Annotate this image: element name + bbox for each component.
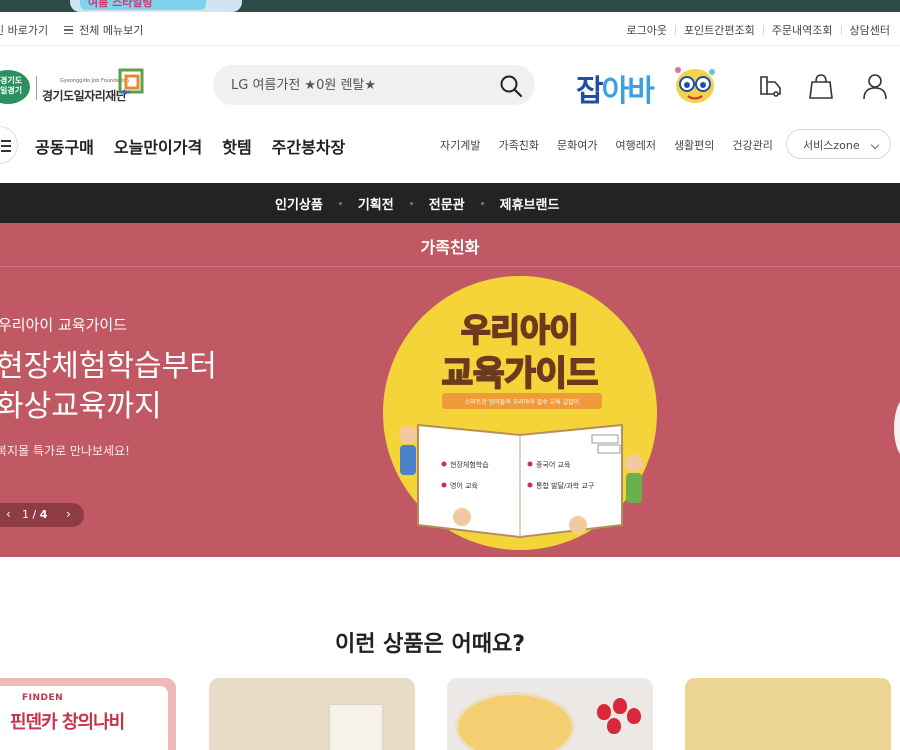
category-specialty[interactable]: 전문관 <box>429 194 465 213</box>
product-card[interactable] <box>447 678 653 750</box>
product-card-image <box>329 704 383 750</box>
carousel-next-edge[interactable] <box>894 398 900 458</box>
guide-tagline: 스마트한 엄마들의 우리아이 필수 교육 길잡이 <box>465 398 579 406</box>
strawberry-icon <box>627 708 641 724</box>
divider <box>674 25 676 35</box>
product-brand: FINDEN <box>22 693 64 703</box>
sub-nav-list: 자기계발 가족친화 문화여가 여행레저 생활편의 건강관리 <box>440 137 773 153</box>
guide-title-line-2: 교육가이드 <box>442 354 598 394</box>
divider <box>840 25 842 35</box>
separator-dot <box>338 202 342 205</box>
nav-family[interactable]: 가족친화 <box>498 137 538 153</box>
product-card-image <box>455 692 575 750</box>
utility-bar: 인 바로가기 전체 메뉴보기 로그아웃 포인트간편조회 주문내역조회 상담센터 <box>0 12 900 46</box>
nav-living[interactable]: 생활편의 <box>674 137 714 153</box>
hero-title-line-1: 현장체험학습부터 <box>0 349 217 384</box>
help-center-link[interactable]: 상담센터 <box>850 22 890 38</box>
hero-heading: 가족친화 <box>0 223 900 267</box>
prev-arrow-icon[interactable]: ‹ <box>6 507 11 521</box>
category-bar: 인기상품 기획전 전문관 제휴브랜드 <box>0 183 900 223</box>
point-lookup-link[interactable]: 포인트간편조회 <box>684 22 755 38</box>
nav-travel[interactable]: 여행레저 <box>615 137 655 153</box>
strawberry-icon <box>613 698 627 714</box>
education-guide-illustration: 우리아이 교육가이드 스마트한 엄마들의 우리아이 필수 교육 길잡이 현장체험… <box>383 276 657 550</box>
separator-dot <box>409 202 413 205</box>
shortcut-link[interactable]: 인 바로가기 <box>0 22 48 38</box>
recommend-title: 이런 상품은 어때요? <box>334 632 525 657</box>
category-popular[interactable]: 인기상품 <box>275 194 323 213</box>
utility-left: 인 바로가기 전체 메뉴보기 <box>0 22 143 38</box>
category-list: 인기상품 기획전 전문관 제휴브랜드 <box>275 194 559 213</box>
main-navigation: 공동구매 오늘만이가격 핫템 주간봉차장 자기계발 가족친화 문화여가 여행레저… <box>0 126 900 182</box>
guide-item-3: 영어 교육 <box>450 481 479 490</box>
product-card[interactable]: FINDEN 핀덴카 창의나비 <box>0 678 176 750</box>
hero-banner[interactable]: 가족친화 우리아이 교육가이드 현장체험학습부터 화상교육까지 복지몰 특가로 … <box>0 223 900 557</box>
service-zone-label: 서비스zone <box>803 139 860 152</box>
menu-lines-icon <box>64 26 74 34</box>
user-icon[interactable] <box>862 72 888 100</box>
gyeonggi-logo[interactable]: 경기도 일경기 <box>0 70 30 104</box>
main-nav-list: 공동구매 오늘만이가격 핫템 주간봉차장 <box>35 134 345 158</box>
jobaba-text-2: 아바 <box>601 74 655 109</box>
category-partner[interactable]: 제휴브랜드 <box>500 194 560 213</box>
guide-title-line-1: 우리아이 <box>461 311 579 349</box>
service-zone-dropdown[interactable]: 서비스zone <box>786 129 891 159</box>
separator-dot <box>480 202 484 205</box>
top-promo-banner[interactable]: 여름 스타일링 <box>0 0 900 12</box>
hero-title-line-2: 화상교육까지 <box>0 389 162 424</box>
nav-self-development[interactable]: 자기계발 <box>440 137 480 153</box>
strawberry-icon <box>597 704 611 720</box>
jobaba-banner[interactable]: 잡아바 <box>576 62 718 110</box>
logout-link[interactable]: 로그아웃 <box>626 22 666 38</box>
next-arrow-icon[interactable]: › <box>66 507 71 521</box>
hero-description: 복지몰 특가로 만나보세요! <box>0 444 130 458</box>
hero-kicker: 우리아이 교육가이드 <box>0 316 127 334</box>
product-card-image: FINDEN 핀덴카 창의나비 <box>0 686 168 750</box>
guide-item-1: 현장체험학습 <box>450 460 489 469</box>
product-card[interactable] <box>685 678 891 750</box>
foundation-mark-icon <box>118 68 144 94</box>
guide-item-2: 중국어 교육 <box>536 460 571 469</box>
jobaba-logo: 잡아바 <box>576 66 655 110</box>
delivery-icon[interactable] <box>758 72 784 100</box>
order-history-link[interactable]: 주문내역조회 <box>772 22 833 38</box>
strawberry-icon <box>607 718 621 734</box>
search-input[interactable] <box>231 76 491 94</box>
all-menu-link[interactable]: 전체 메뉴보기 <box>79 22 143 38</box>
divider <box>762 25 764 35</box>
pager-count: 1 / 4 <box>22 508 48 521</box>
search-bar <box>213 65 535 105</box>
gyeonggi-logo-text: 경기도 일경기 <box>0 76 23 95</box>
jobaba-text-1: 잡 <box>576 74 604 109</box>
hero-title: 현장체험학습부터 화상교육까지 <box>0 347 217 427</box>
utility-right: 로그아웃 포인트간편조회 주문내역조회 상담센터 <box>626 22 890 38</box>
nav-today-price[interactable]: 오늘만이가격 <box>114 134 202 158</box>
nav-health[interactable]: 건강관리 <box>732 137 772 153</box>
product-card[interactable] <box>209 678 415 750</box>
logo-divider <box>36 76 37 100</box>
search-icon[interactable] <box>499 74 523 98</box>
promo-text: 여름 스타일링 <box>88 0 153 9</box>
category-menu-button[interactable] <box>0 126 18 164</box>
nav-hot-item[interactable]: 핫템 <box>222 134 251 158</box>
guide-item-4: 통합 발달/과학 교구 <box>536 481 595 490</box>
foundation-logo[interactable]: 경기도일자리재단 <box>42 87 127 104</box>
category-special[interactable]: 기획전 <box>358 194 394 213</box>
cart-icon[interactable] <box>808 72 834 100</box>
nav-group-buy[interactable]: 공동구매 <box>35 134 94 158</box>
product-title: 핀덴카 창의나비 <box>10 712 125 733</box>
nav-weekly[interactable]: 주간봉차장 <box>272 134 346 158</box>
nav-culture[interactable]: 문화여가 <box>557 137 597 153</box>
jobaba-mascot-icon <box>675 67 715 103</box>
chevron-down-icon <box>870 140 880 150</box>
hero-pager: ‹ 1 / 4 › <box>0 503 84 527</box>
